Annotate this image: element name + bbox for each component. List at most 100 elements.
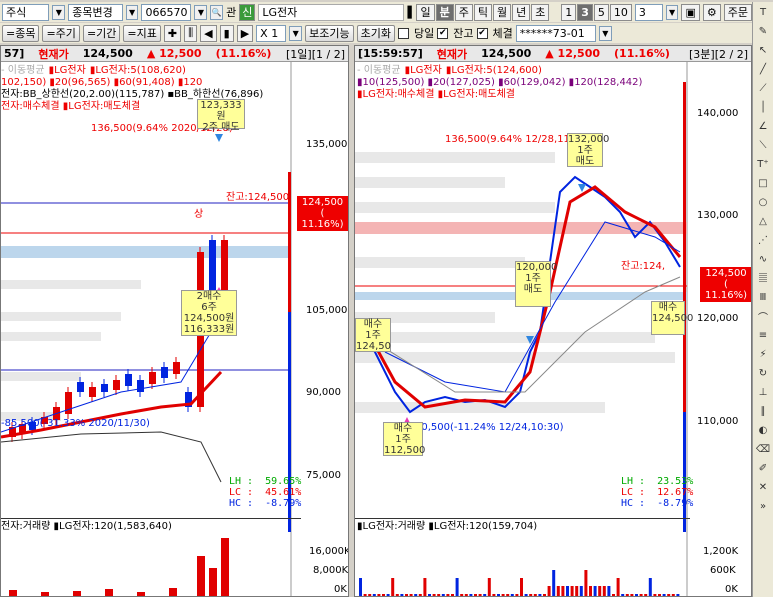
left-y-tick: 75,000 <box>306 470 341 481</box>
andrews-icon[interactable]: ⊥ <box>754 384 772 401</box>
diagonal-icon[interactable]: ⟍ <box>754 137 772 154</box>
assist-button[interactable]: 보조기능 <box>305 24 354 42</box>
ray-line-icon[interactable]: ⟋ <box>754 80 772 97</box>
range-button[interactable]: =기간 <box>82 24 121 42</box>
fibonacci-icon[interactable]: 𝄚 <box>754 270 772 287</box>
order-button[interactable]: 주문 <box>723 3 752 21</box>
period-tab[interactable]: 월 <box>492 3 512 21</box>
code-dropdown-icon[interactable]: ▼ <box>194 4 208 20</box>
left-buy-qty: 6주 <box>201 302 217 313</box>
crosshair-icon[interactable]: ✚ <box>163 24 182 42</box>
indicator-button[interactable]: =지표 <box>123 24 161 42</box>
scroll-right-icon[interactable]: ▶ <box>236 24 254 42</box>
left-sell-label: 매도 <box>221 122 240 133</box>
spiral-icon[interactable]: ↻ <box>754 365 772 382</box>
fan-icon[interactable]: ⋰ <box>754 232 772 249</box>
balance-checkbox[interactable]: ✔ <box>437 27 449 39</box>
volume-divider <box>1 518 301 519</box>
legend-entry: ▮LG전자:5(108,620) <box>89 65 186 76</box>
market-dropdown-icon[interactable]: ▼ <box>52 4 66 20</box>
left-up-mark: 상 <box>194 209 204 220</box>
multiplier-dropdown-icon[interactable]: ▼ <box>289 25 303 41</box>
account-select[interactable]: ******73-01 <box>515 24 596 42</box>
compare-icon[interactable]: ⫼ <box>184 24 198 42</box>
reset-button[interactable]: 초기화 <box>356 24 396 42</box>
search-icon[interactable]: 🔍 <box>210 4 224 20</box>
right-price: 124,500 <box>481 47 532 60</box>
account-dropdown-icon[interactable]: ▼ <box>598 25 612 41</box>
left-legend-row4: 전자:매수체결 ▮LG전자:매도체결 <box>1 101 141 112</box>
watch-label: 관 <box>226 6 237 19</box>
save-icon[interactable]: ▣ <box>681 3 700 21</box>
right-chart-panel[interactable]: [15:59:57] 현재가 124,500 ▲ 12,500 (11.16%)… <box>354 45 752 597</box>
drawing-toolbar: T ✎ ↖ ╱ ⟋ │ ∠ ⟍ T⁺ □ ○ △ ⋰ ∿ 𝄚 Ⅲ ⌒ ≡ ⚡ ↻… <box>752 2 773 597</box>
angle-line-icon[interactable]: ∠ <box>754 118 772 135</box>
cursor-tool-icon[interactable]: ↖ <box>754 42 772 59</box>
right-sell-note-2: 120,000 1주 매도 <box>515 261 557 307</box>
right-y-tick: 120,000 <box>697 313 739 324</box>
scroll-left-icon[interactable]: ◀ <box>200 24 217 42</box>
change-stock-dropdown-icon[interactable]: ▼ <box>125 4 139 20</box>
left-vol-tick: 16,000K <box>309 546 349 557</box>
multiplier-select[interactable]: X 1 <box>256 24 287 42</box>
right-legend-row3: ▮LG전자:매수체결 ▮LG전자:매도체결 <box>357 89 515 100</box>
pen-tool-icon[interactable]: ✎ <box>754 23 772 40</box>
left-buy-price: 124,500원 <box>183 313 235 324</box>
period-tab[interactable]: 일 <box>416 3 435 21</box>
period-tab[interactable]: 주 <box>454 3 473 21</box>
more-icon[interactable]: » <box>754 498 772 515</box>
today-checkbox[interactable] <box>398 27 410 39</box>
circle-icon[interactable]: ○ <box>754 194 772 211</box>
stock-button[interactable]: =종목 <box>2 24 40 42</box>
triangle-icon[interactable]: △ <box>754 213 772 230</box>
volume-bar <box>455 578 459 596</box>
right-stat-lh: LH : 23.53% <box>621 476 694 487</box>
zigzag-icon[interactable]: ⚡ <box>754 346 772 363</box>
eraser-icon[interactable]: ⌫ <box>754 441 772 458</box>
balance-label: 잔고 <box>453 27 474 40</box>
volume-bar <box>105 589 113 596</box>
text-plus-icon[interactable]: T⁺ <box>754 156 772 173</box>
volume-bar <box>579 586 583 596</box>
right-vol-tick: 0K <box>725 584 738 595</box>
channel-icon[interactable]: ≡ <box>754 327 772 344</box>
interval-button[interactable]: 1 <box>561 3 577 21</box>
stock-name: LG전자 <box>262 6 298 19</box>
trend-line-icon[interactable]: ╱ <box>754 61 772 78</box>
interval-button[interactable]: 5 <box>593 3 609 21</box>
interval-button[interactable]: 10 <box>609 3 632 21</box>
period-tab[interactable]: 분 <box>435 3 454 21</box>
right-legend-row1: - 이동평균 ▮LG전자 ▮LG전자:5(124,600) <box>357 65 546 77</box>
interval-dropdown-icon[interactable]: ▼ <box>665 4 679 20</box>
period-tab[interactable]: 년 <box>512 3 531 21</box>
legend-entry: ▮LG전자:5(124,600) <box>445 65 542 76</box>
change-stock-select[interactable]: 종목변경 <box>68 3 123 21</box>
volume-bar <box>391 578 395 596</box>
magnet-icon[interactable]: ◐ <box>754 422 772 439</box>
market-select[interactable]: 주식 <box>2 3 50 21</box>
cycle-button[interactable]: =주기 <box>42 24 80 42</box>
candle-body <box>101 384 108 392</box>
arc-icon[interactable]: ⌒ <box>754 308 772 325</box>
interval-input[interactable]: 3 <box>634 3 663 21</box>
parallel-icon[interactable]: ∥ <box>754 403 772 420</box>
left-candle-chart[interactable] <box>1 62 349 597</box>
left-chart-panel[interactable]: 57] 현재가 124,500 ▲ 12,500 (11.16%) [1일][1… <box>0 45 349 597</box>
text-tool-icon[interactable]: T <box>754 4 772 21</box>
cross-icon[interactable]: ✕ <box>754 479 772 496</box>
period-tab[interactable]: 틱 <box>473 3 492 21</box>
rectangle-icon[interactable]: □ <box>754 175 772 192</box>
interval-button[interactable]: 3 <box>577 3 593 21</box>
vertical-line-icon[interactable]: │ <box>754 99 772 116</box>
fill-checkbox[interactable]: ✔ <box>476 27 488 39</box>
right-sell-note-1: 132,000 1주 매도 <box>567 133 609 167</box>
grid-icon[interactable]: Ⅲ <box>754 289 772 306</box>
stop-icon[interactable]: ▮ <box>219 24 234 42</box>
volume-divider <box>355 518 690 519</box>
wave-icon[interactable]: ∿ <box>754 251 772 268</box>
volume-bar <box>423 578 427 596</box>
period-tab[interactable]: 초 <box>531 3 550 21</box>
brush-icon[interactable]: ✐ <box>754 460 772 477</box>
settings-gear-icon[interactable]: ⚙ <box>702 3 721 21</box>
stock-code-input[interactable]: 066570 <box>141 3 192 21</box>
